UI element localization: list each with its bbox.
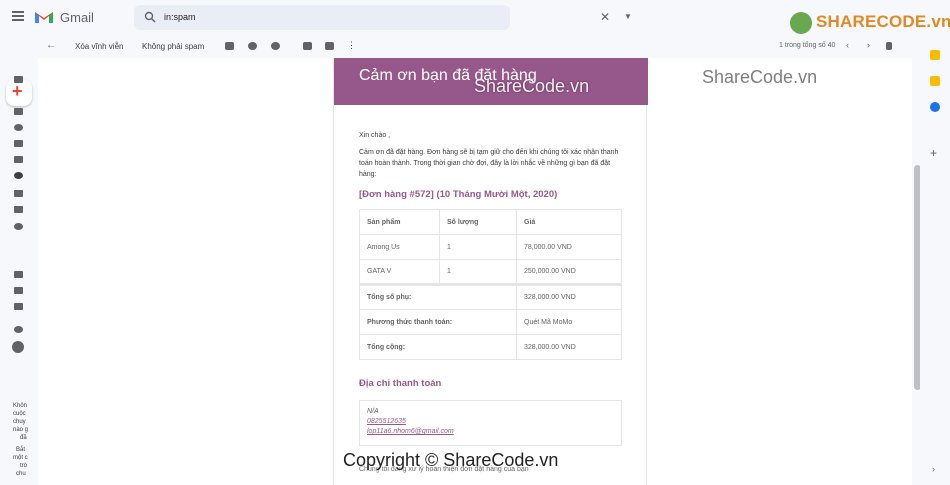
order-title: [Đơn hàng #572] (10 Tháng Mười Một, 2020… — [359, 189, 558, 200]
price: 250,000.00 VND — [516, 259, 622, 285]
table-header-row: Sản phẩm Số lượng Giá — [359, 209, 622, 235]
gmail-logo-icon[interactable] — [34, 9, 54, 24]
table-row: Among Us 1 78,000.00 VND — [359, 234, 622, 260]
rail-text: đã — [20, 435, 27, 441]
search-options-icon[interactable]: ▼ — [624, 12, 632, 21]
rail-text: chuy — [13, 419, 26, 425]
expand-icon[interactable]: › — [932, 464, 935, 474]
rail-text: cuộc — [13, 411, 26, 417]
billing-address-title: Địa chỉ thanh toán — [359, 378, 442, 389]
rail-link[interactable]: trò — [20, 462, 27, 470]
compose-button[interactable]: + — [6, 80, 32, 106]
email-link[interactable]: lop11a6.nhom6@gmail.com — [367, 427, 614, 437]
email-body: Cảm ơn bạn đã đặt hàng Xin chào , Cảm ơn… — [333, 58, 648, 485]
mail-icon[interactable] — [14, 156, 23, 163]
avatar[interactable] — [12, 341, 24, 353]
message-count: 1 trong tổng số 40 — [779, 42, 836, 49]
meet-icon[interactable] — [14, 271, 23, 278]
payment-method-value: Quét Mã MoMo — [516, 309, 622, 335]
main-menu-icon[interactable] — [12, 11, 24, 21]
subtotal-label: Tổng số phụ: — [359, 283, 517, 310]
search-icon[interactable] — [144, 11, 156, 23]
billing-address: N/A 0825512635 lop11a6.nhom6@gmail.com — [359, 400, 622, 446]
quantity: 1 — [439, 259, 517, 285]
column-header: Số lượng — [439, 209, 517, 235]
input-tools-icon[interactable] — [886, 42, 892, 50]
greeting: Xin chào , — [359, 132, 391, 139]
settings-icon[interactable] — [14, 223, 23, 230]
plus-icon: + — [12, 81, 23, 101]
watermark: ShareCode.vn — [474, 76, 590, 96]
payment-method-row: Phương thức thanh toán: Quét Mã MoMo — [359, 309, 622, 335]
total-value: 328,000.00 VND — [516, 334, 622, 360]
add-addon-icon[interactable]: + — [930, 146, 937, 160]
hangouts-icon[interactable] — [14, 326, 23, 333]
copyright-watermark: Copyright © ShareCode.vn — [343, 450, 559, 470]
label-icon[interactable] — [14, 76, 23, 83]
rail-text: Khôn — [13, 403, 28, 409]
quantity: 1 — [439, 234, 517, 260]
add-task-icon[interactable] — [271, 42, 280, 50]
price: 78,000.00 VND — [516, 234, 622, 260]
rail-link[interactable]: Bắt — [16, 446, 25, 454]
back-arrow-icon[interactable]: ← — [46, 40, 56, 51]
gmail-wordmark[interactable]: Gmail — [60, 10, 94, 25]
video-icon[interactable] — [14, 287, 23, 294]
clear-search-icon[interactable]: ✕ — [600, 10, 610, 24]
product-name: Among Us — [359, 234, 440, 260]
calendar-icon[interactable] — [930, 50, 940, 60]
watermark: ShareCode.vn — [702, 67, 818, 87]
label-icon[interactable] — [14, 108, 23, 115]
keep-icon[interactable] — [930, 76, 940, 86]
payment-method-label: Phương thức thanh toán: — [359, 309, 517, 335]
order-table: Sản phẩm Số lượng Giá Among Us 1 78,000.… — [359, 209, 622, 360]
search-input[interactable] — [164, 10, 424, 24]
not-spam-button[interactable]: Không phải spam — [142, 42, 204, 51]
top-bar: Gmail ✕ ▼ SHARECODE.vn — [0, 0, 950, 36]
search-bar[interactable]: ✕ ▼ — [134, 5, 632, 30]
subtotal-row: Tổng số phụ: 328,000.00 VND — [359, 283, 622, 310]
delete-forever-button[interactable]: Xóa vĩnh viễn — [75, 42, 123, 51]
column-header: Sản phẩm — [359, 209, 440, 235]
subtotal-value: 328,000.00 VND — [516, 283, 622, 310]
chat-icon[interactable] — [14, 124, 23, 131]
move-to-icon[interactable] — [303, 42, 312, 50]
previous-icon[interactable]: ‹ — [846, 40, 849, 50]
sharecode-logo-icon — [790, 12, 812, 34]
product-name: GATA V — [359, 259, 440, 285]
keyboard-icon[interactable] — [14, 303, 23, 310]
intro-text: Cảm ơn đã đặt hàng. Đơn hàng sẽ bị tạm g… — [359, 149, 619, 178]
left-rail: + Khôn cuộc chuy nào g đã Bắt một c trò … — [0, 36, 38, 485]
label-icon[interactable] — [14, 206, 23, 213]
total-row: Tổng cộng: 328,000.00 VND — [359, 334, 622, 360]
more-options-icon[interactable]: ⋮ — [347, 40, 356, 51]
message-toolbar: ← Xóa vĩnh viễn Không phải spam ⋮ 1 tron… — [38, 36, 912, 58]
rail-link[interactable]: một c — [13, 454, 28, 462]
scheduled-icon[interactable] — [14, 140, 23, 147]
rail-text: nào g — [13, 427, 29, 433]
mark-unread-icon[interactable] — [225, 42, 234, 50]
sharecode-brand: SHARECODE.vn — [816, 12, 950, 31]
rail-link[interactable]: chu — [16, 470, 26, 478]
next-icon[interactable]: › — [867, 40, 870, 50]
spam-icon[interactable] — [14, 172, 23, 179]
trash-icon[interactable] — [14, 190, 23, 197]
address-name: N/A — [367, 408, 379, 415]
column-header: Giá — [516, 209, 622, 235]
tasks-icon[interactable] — [930, 102, 940, 112]
total-label: Tổng cộng: — [359, 334, 517, 360]
side-panel: + › — [920, 36, 950, 485]
table-row: GATA V 1 250,000.00 VND — [359, 259, 622, 285]
phone-link[interactable]: 0825512635 — [367, 417, 614, 427]
snooze-icon[interactable] — [248, 42, 257, 50]
labels-icon[interactable] — [325, 42, 334, 50]
